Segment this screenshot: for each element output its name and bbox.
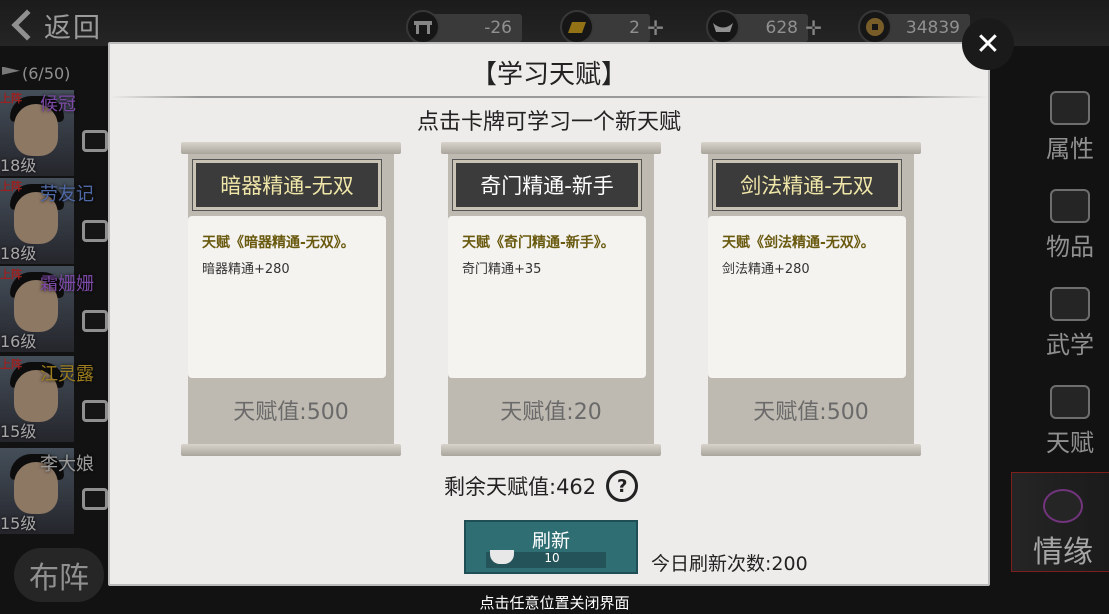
talent-card-name-plate: 剑法精通-无双 [712, 159, 902, 211]
close-hint: 点击任意位置关闭界面 [479, 594, 630, 612]
refresh-button[interactable]: 刷新 10 [464, 520, 638, 574]
talent-card[interactable]: 剑法精通-无双 天赋《剑法精通-无双》。 剑法精通+280 天赋值:500 [701, 142, 921, 458]
help-icon[interactable]: ? [606, 470, 639, 502]
refresh-count: 今日刷新次数:200 [651, 553, 808, 575]
talent-card-effect: 奇门精通+35 [462, 262, 542, 277]
close-button[interactable]: ✕ [962, 18, 1014, 70]
talent-card-effect: 剑法精通+280 [722, 262, 810, 277]
remaining-talent-label: 剩余天赋值:462 [444, 475, 597, 499]
dialog-instruction: 点击卡牌可学习一个新天赋 [416, 110, 681, 135]
talent-card-cost: 天赋值:500 [753, 400, 869, 425]
talent-card-effect: 暗器精通+280 [202, 262, 290, 277]
talent-card-description: 天赋《剑法精通-无双》。 剑法精通+280 [708, 216, 906, 378]
talent-card[interactable]: 奇门精通-新手 天赋《奇门精通-新手》。 奇门精通+35 天赋值:20 [441, 142, 661, 458]
talent-card-description: 天赋《暗器精通-无双》。 暗器精通+280 [188, 216, 386, 378]
talent-card-cost: 天赋值:500 [233, 400, 349, 425]
remaining-talent-points: 剩余天赋值:462 ? [444, 470, 639, 502]
talent-card-name-plate: 奇门精通-新手 [452, 159, 642, 211]
talent-card-name: 剑法精通-无双 [740, 174, 874, 198]
dialog-title: 【学习天赋】 [470, 60, 627, 90]
talent-card-desc-title: 天赋《奇门精通-新手》。 [462, 235, 615, 251]
title-divider [110, 96, 988, 98]
talent-card[interactable]: 暗器精通-无双 天赋《暗器精通-无双》。 暗器精通+280 天赋值:500 [181, 142, 401, 458]
talent-card-name-plate: 暗器精通-无双 [192, 159, 382, 211]
talent-card-desc-title: 天赋《剑法精通-无双》。 [722, 235, 875, 251]
refresh-label: 刷新 [531, 530, 570, 552]
talent-card-name: 奇门精通-新手 [480, 174, 614, 198]
talent-card-name: 暗器精通-无双 [220, 174, 354, 198]
talent-card-cost: 天赋值:20 [500, 400, 602, 425]
refresh-cost: 10 [544, 551, 560, 565]
talent-card-description: 天赋《奇门精通-新手》。 奇门精通+35 [448, 216, 646, 378]
talent-card-desc-title: 天赋《暗器精通-无双》。 [202, 235, 355, 251]
learn-talent-dialog: 【学习天赋】 点击卡牌可学习一个新天赋 暗器精通-无双 天赋《暗器精通-无双》。… [108, 42, 990, 586]
